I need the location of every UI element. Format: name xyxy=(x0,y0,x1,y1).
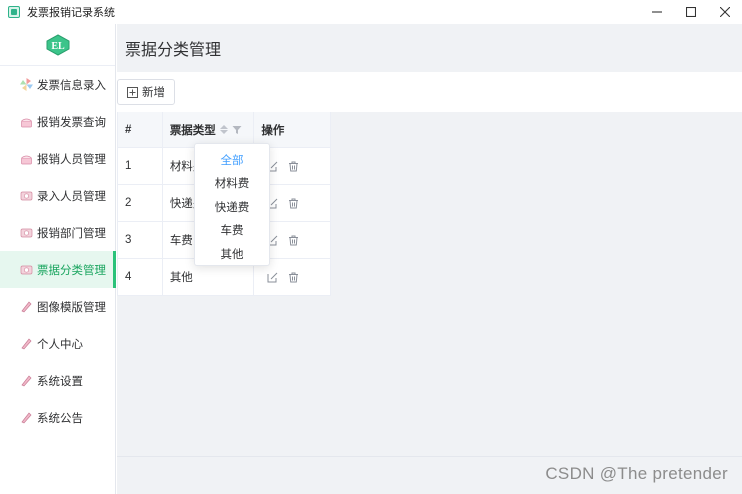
sidebar-item-label: 个人中心 xyxy=(37,338,83,351)
camera-icon xyxy=(20,263,33,276)
sidebar-item-label: 录入人员管理 xyxy=(37,190,106,203)
sidebar-item-bill-category[interactable]: 票据分类管理 xyxy=(0,251,116,288)
edit-icon[interactable] xyxy=(267,272,278,283)
header-index: # xyxy=(118,112,163,147)
sidebar-logo[interactable]: EL xyxy=(0,24,115,66)
sidebar-item-announcement[interactable]: 系统公告 xyxy=(0,399,115,436)
cake-icon xyxy=(20,115,33,128)
sidebar-item-label: 报销人员管理 xyxy=(37,153,106,166)
window-title: 发票报销记录系统 xyxy=(27,7,115,19)
sidebar-item-staff-management[interactable]: 报销人员管理 xyxy=(0,140,115,177)
sidebar-item-profile[interactable]: 个人中心 xyxy=(0,325,115,362)
row-index: 4 xyxy=(118,259,163,295)
close-icon xyxy=(720,7,730,17)
maximize-icon xyxy=(686,7,696,17)
sort-icon[interactable] xyxy=(219,125,228,134)
header-type-label: 票据类型 xyxy=(169,124,216,137)
window-titlebar: 发票报销记录系统 xyxy=(0,0,742,24)
sidebar-item-label: 发票信息录入 xyxy=(37,79,106,92)
pinwheel-icon xyxy=(20,78,33,91)
sidebar: EL 发票信息录入 报销发票查询 报销人员管理 录入人员管理 报销部门管理 票据… xyxy=(0,24,116,494)
sidebar-menu: 发票信息录入 报销发票查询 报销人员管理 录入人员管理 报销部门管理 票据分类管… xyxy=(0,66,116,436)
header-type: 票据类型 xyxy=(163,112,255,147)
camera-icon xyxy=(20,189,33,202)
minimize-icon xyxy=(652,11,662,13)
sidebar-item-entry-staff[interactable]: 录入人员管理 xyxy=(0,177,115,214)
maximize-button[interactable] xyxy=(674,0,708,24)
sidebar-item-department[interactable]: 报销部门管理 xyxy=(0,214,115,251)
add-button-label: 新增 xyxy=(142,87,165,99)
filter-option-express[interactable]: 快递费 xyxy=(195,195,269,219)
minimize-button[interactable] xyxy=(640,0,674,24)
filter-option-fare[interactable]: 车费 xyxy=(195,219,269,243)
sidebar-item-label: 系统设置 xyxy=(37,375,83,388)
page-title: 票据分类管理 xyxy=(117,24,742,72)
watermark: CSDN @The pretender xyxy=(545,464,728,483)
pen-icon xyxy=(20,300,33,313)
camera-icon xyxy=(20,226,33,239)
sidebar-item-label: 票据分类管理 xyxy=(37,264,106,277)
pen-icon xyxy=(20,337,33,350)
sidebar-item-label: 报销部门管理 xyxy=(37,227,106,240)
filter-option-material[interactable]: 材料费 xyxy=(195,172,269,196)
svg-text:EL: EL xyxy=(51,41,65,52)
el-logo-icon: EL xyxy=(46,33,69,56)
pen-icon xyxy=(20,411,33,424)
delete-icon[interactable] xyxy=(288,198,299,209)
delete-icon[interactable] xyxy=(288,272,299,283)
sidebar-item-settings[interactable]: 系统设置 xyxy=(0,362,115,399)
sidebar-item-image-template[interactable]: 图像模版管理 xyxy=(0,288,115,325)
footer-divider xyxy=(117,456,742,457)
header-actions: 操作 xyxy=(254,112,332,147)
row-index: 2 xyxy=(118,185,163,221)
row-index: 1 xyxy=(118,148,163,184)
plus-square-icon xyxy=(127,86,138,98)
sidebar-item-label: 报销发票查询 xyxy=(37,116,106,129)
filter-option-all[interactable]: 全部 xyxy=(195,148,269,172)
sidebar-item-invoice-entry[interactable]: 发票信息录入 xyxy=(0,66,115,103)
app-icon xyxy=(8,6,20,18)
filter-option-other[interactable]: 其他 xyxy=(195,242,269,266)
filter-dropdown: 全部 材料费 快递费 车费 其他 xyxy=(194,143,270,266)
filter-icon[interactable] xyxy=(232,125,242,135)
add-button[interactable]: 新增 xyxy=(117,79,175,105)
cake-icon xyxy=(20,152,33,165)
close-button[interactable] xyxy=(708,0,742,24)
sidebar-item-label: 图像模版管理 xyxy=(37,301,106,314)
pen-icon xyxy=(20,374,33,387)
delete-icon[interactable] xyxy=(288,235,299,246)
row-index: 3 xyxy=(118,222,163,258)
sidebar-item-label: 系统公告 xyxy=(37,412,83,425)
delete-icon[interactable] xyxy=(288,161,299,172)
toolbar: 新增 xyxy=(117,72,742,112)
sidebar-item-reimbursement-query[interactable]: 报销发票查询 xyxy=(0,103,115,140)
